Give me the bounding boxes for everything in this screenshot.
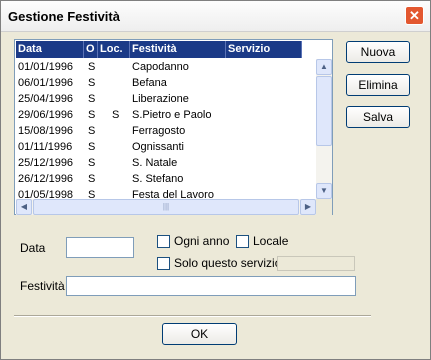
cell-o: S xyxy=(88,77,96,89)
cell-data: 01/05/1998 xyxy=(18,189,74,199)
column-header-o[interactable]: O xyxy=(84,41,98,58)
close-icon[interactable]: ✕ xyxy=(405,6,424,25)
cell-data: 15/08/1996 xyxy=(18,125,74,137)
column-header-festivita[interactable]: Festività xyxy=(130,41,226,58)
cell-o: S xyxy=(88,61,96,73)
horizontal-scrollbar[interactable]: ◀ ||| ▶ xyxy=(16,199,316,215)
table-row[interactable]: 01/11/1996 S Ognissanti xyxy=(16,139,314,155)
column-header-data[interactable]: Data xyxy=(16,41,84,58)
cell-data: 01/11/1996 xyxy=(18,141,73,153)
cell-o: S xyxy=(88,125,96,137)
vertical-scrollbar[interactable]: ▲ ▼ xyxy=(316,59,332,199)
cell-data: 26/12/1996 xyxy=(18,173,74,185)
cell-data: 01/01/1996 xyxy=(18,61,74,73)
column-header-servizio[interactable]: Servizio xyxy=(226,41,302,58)
ogni-anno-label: Ogni anno xyxy=(174,234,230,248)
nuova-button[interactable]: Nuova xyxy=(346,41,410,63)
elimina-button[interactable]: Elimina xyxy=(346,74,410,96)
data-label: Data xyxy=(20,241,46,255)
servizio-field xyxy=(277,256,355,271)
cell-data: 06/01/1996 xyxy=(18,77,74,89)
ok-button[interactable]: OK xyxy=(162,323,237,345)
cell-o: S xyxy=(88,141,96,153)
data-input[interactable] xyxy=(66,237,134,258)
horizontal-scroll-thumb[interactable]: ||| xyxy=(33,199,299,215)
table-row[interactable]: 29/06/1996 S S S.Pietro e Paolo xyxy=(16,107,314,123)
cell-festivita: Ognissanti xyxy=(132,141,184,153)
column-header-loc[interactable]: Loc. xyxy=(98,41,130,58)
cell-festivita: Liberazione xyxy=(132,93,189,105)
cell-o: S xyxy=(88,109,96,121)
table-row[interactable]: 25/04/1996 S Liberazione xyxy=(16,91,314,107)
scroll-down-icon[interactable]: ▼ xyxy=(316,183,332,199)
cell-data: 25/12/1996 xyxy=(18,157,74,169)
salva-button[interactable]: Salva xyxy=(346,106,410,128)
scroll-up-icon[interactable]: ▲ xyxy=(316,59,332,75)
cell-loc: S xyxy=(112,109,120,121)
vertical-scroll-thumb[interactable] xyxy=(316,76,332,146)
cell-o: S xyxy=(88,173,96,185)
scroll-left-icon[interactable]: ◀ xyxy=(16,199,32,215)
table-row[interactable]: 01/05/1998 S Festa del Lavoro xyxy=(16,187,314,199)
list-rows: 01/01/1996 S Capodanno 06/01/1996 S Befa… xyxy=(16,59,314,199)
cell-data: 25/04/1996 xyxy=(18,93,74,105)
cell-o: S xyxy=(88,189,96,199)
cell-festivita: S. Stefano xyxy=(132,173,184,185)
ogni-anno-checkbox[interactable] xyxy=(157,235,170,248)
festivita-label: Festività xyxy=(20,279,65,293)
cell-data: 29/06/1996 xyxy=(18,109,74,121)
scroll-right-icon[interactable]: ▶ xyxy=(300,199,316,215)
cell-festivita: Festa del Lavoro xyxy=(132,189,214,199)
cell-festivita: Ferragosto xyxy=(132,125,186,137)
dialog-window: Gestione Festività ✕ Data O Loc. Festivi… xyxy=(0,0,431,360)
festivity-list[interactable]: Data O Loc. Festività Servizio 01/01/199… xyxy=(14,39,333,215)
title-bar[interactable]: Gestione Festività ✕ xyxy=(1,1,430,32)
locale-label: Locale xyxy=(253,234,289,248)
table-row[interactable]: 26/12/1996 S S. Stefano xyxy=(16,171,314,187)
cell-festivita: S.Pietro e Paolo xyxy=(132,109,212,121)
table-row[interactable]: 25/12/1996 S S. Natale xyxy=(16,155,314,171)
cell-o: S xyxy=(88,93,96,105)
cell-festivita: Befana xyxy=(132,77,167,89)
locale-checkbox[interactable] xyxy=(236,235,249,248)
cell-festivita: Capodanno xyxy=(132,61,189,73)
cell-o: S xyxy=(88,157,96,169)
table-row[interactable]: 01/01/1996 S Capodanno xyxy=(16,59,314,75)
window-title: Gestione Festività xyxy=(8,9,120,24)
table-row[interactable]: 15/08/1996 S Ferragosto xyxy=(16,123,314,139)
solo-questo-servizio-label: Solo questo servizio xyxy=(174,256,282,270)
cell-festivita: S. Natale xyxy=(132,157,178,169)
solo-questo-servizio-checkbox[interactable] xyxy=(157,257,170,270)
list-header: Data O Loc. Festività Servizio xyxy=(16,41,302,58)
scrollbar-corner xyxy=(316,199,332,215)
table-row[interactable]: 06/01/1996 S Befana xyxy=(16,75,314,91)
festivita-input[interactable] xyxy=(66,276,356,296)
divider xyxy=(14,315,371,317)
